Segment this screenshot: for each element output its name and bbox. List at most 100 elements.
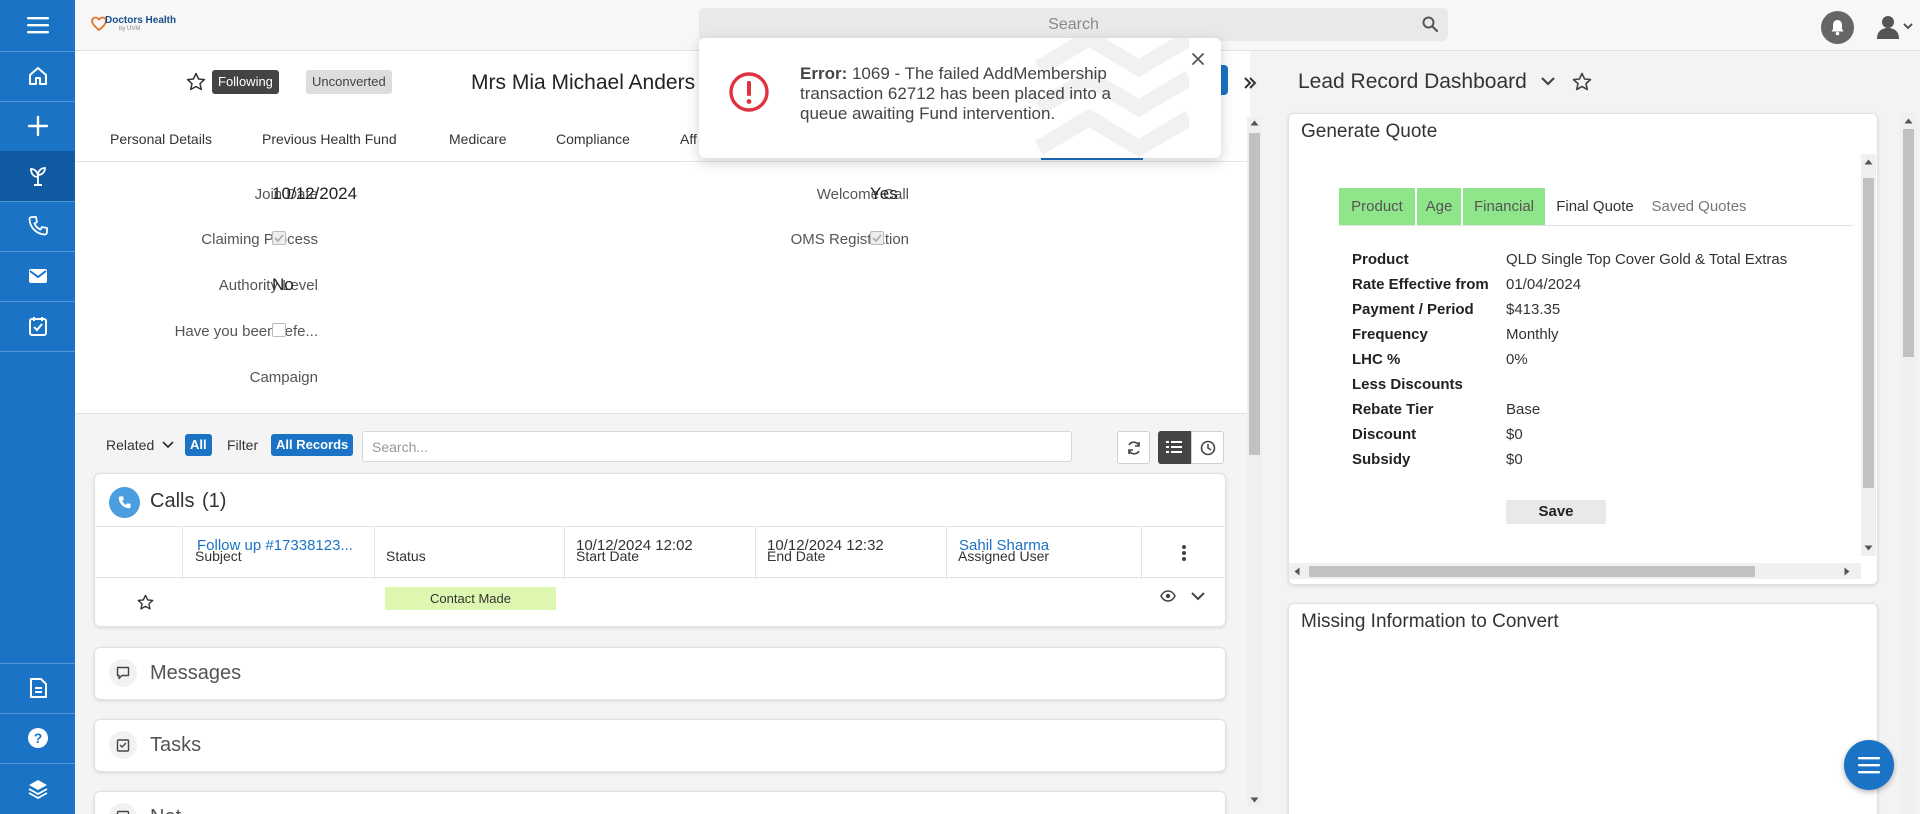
tab-personal-details[interactable]: Personal Details (110, 131, 212, 147)
following-badge[interactable]: Following (212, 70, 279, 94)
more-options-icon[interactable] (1181, 544, 1187, 562)
claiming-process-checkbox[interactable] (272, 231, 286, 245)
quote-h-scrollbar[interactable] (1289, 563, 1861, 579)
scroll-up-icon[interactable] (1250, 120, 1259, 126)
related-all-button[interactable]: All (185, 434, 212, 456)
panel-scroll-thumb[interactable] (1903, 129, 1914, 357)
campaign-label: Campaign (249, 369, 318, 386)
dashboard-star-icon[interactable] (1572, 72, 1592, 92)
quote-tab-product[interactable]: Product (1339, 188, 1415, 225)
chevron-down-icon[interactable] (162, 440, 174, 450)
expand-chevron-icon[interactable] (1191, 591, 1205, 601)
svg-text:?: ? (33, 730, 42, 746)
calls-count: (1) (202, 490, 227, 512)
quote-tab-final-quote[interactable]: Final Quote (1549, 188, 1641, 225)
related-search-input[interactable]: Search... (362, 431, 1072, 462)
task-check-icon[interactable] (0, 301, 75, 351)
filter-all-records-button[interactable]: All Records (271, 434, 354, 456)
quote-value-payment-period: $413.35 (1506, 301, 1561, 318)
join-date-value: 10/12/2024 (272, 184, 358, 203)
tab-compliance[interactable]: Compliance (556, 131, 630, 147)
referred-checkbox[interactable] (272, 323, 286, 337)
quote-scroll-thumb[interactable] (1863, 178, 1874, 488)
scroll-down-icon[interactable] (1250, 797, 1259, 803)
global-search-input[interactable]: Search (699, 8, 1448, 41)
app-logo[interactable]: Doctors Health by UVM (91, 14, 191, 40)
dashboard-title[interactable]: Lead Record Dashboard (1298, 70, 1527, 94)
claiming-process-label: Claiming Process (201, 231, 318, 248)
tab-affiliations[interactable]: Aff (680, 131, 697, 147)
quote-tab-saved-quotes[interactable]: Saved Quotes (1647, 188, 1751, 225)
quote-value-lhc: 0% (1506, 351, 1528, 368)
close-icon[interactable] (1191, 52, 1205, 66)
row-star-icon[interactable] (137, 594, 154, 611)
referred-label: Have you been refe... (174, 323, 318, 340)
user-menu-icon[interactable] (1875, 12, 1915, 42)
call-start-date: 10/12/2024 12:02 (576, 537, 693, 554)
quote-h-scroll-thumb[interactable] (1309, 566, 1755, 577)
error-line-1: Error: 1069 - The failed AddMembership (800, 64, 1180, 84)
call-end-date: 10/12/2024 12:32 (767, 537, 884, 554)
dashboard-chevron-down-icon[interactable] (1540, 76, 1556, 88)
main-scrollbar[interactable] (1247, 117, 1262, 807)
quote-value-subsidy: $0 (1506, 451, 1523, 468)
error-message: Error: 1069 - The failed AddMembership t… (800, 64, 1180, 124)
messages-section[interactable]: Messages (94, 647, 1226, 700)
quote-value-rate-effective: 01/04/2024 (1506, 276, 1582, 293)
quote-scrollbar[interactable] (1861, 154, 1876, 556)
menu-icon[interactable] (0, 0, 75, 50)
header-status[interactable]: Status (386, 548, 426, 564)
record-title: Mrs Mia Michael Anders (471, 71, 696, 94)
missing-info-title: Missing Information to Convert (1301, 611, 1559, 632)
tasks-title: Tasks (150, 734, 202, 756)
tasks-section[interactable]: Tasks (94, 719, 1226, 772)
main-scroll-thumb[interactable] (1249, 133, 1260, 455)
floating-menu-button[interactable] (1844, 740, 1894, 790)
status-badge: Unconverted (306, 70, 392, 94)
notification-bell-icon[interactable] (1821, 11, 1854, 44)
view-eye-icon[interactable] (1160, 590, 1176, 602)
quote-tab-financial[interactable]: Financial (1463, 188, 1545, 225)
help-icon[interactable]: ? (0, 713, 75, 763)
task-icon (109, 731, 137, 759)
collapse-panel-icon[interactable] (1243, 76, 1257, 90)
document-icon[interactable] (0, 663, 75, 713)
tab-medicare[interactable]: Medicare (449, 131, 507, 147)
favorite-star-icon[interactable] (186, 72, 206, 92)
search-placeholder: Search (1048, 16, 1099, 33)
tab-previous-health-fund[interactable]: Previous Health Fund (262, 131, 397, 147)
home-icon[interactable] (0, 51, 75, 101)
call-subject-link[interactable]: Follow up #17338123... (197, 537, 353, 554)
record-main-panel: Following Unconverted Mrs Mia Michael An… (75, 51, 1262, 814)
error-toast: Error: 1069 - The failed AddMembership t… (699, 38, 1221, 158)
quote-scroll-up-icon[interactable] (1864, 159, 1873, 165)
logo-subtext: by UVM (119, 26, 141, 32)
search-icon[interactable] (1422, 16, 1438, 32)
notes-section[interactable]: Not (94, 791, 1226, 814)
related-label[interactable]: Related (106, 437, 154, 453)
plus-icon[interactable] (0, 101, 75, 151)
quote-title: Generate Quote (1301, 121, 1438, 142)
quote-value-frequency: Monthly (1506, 326, 1559, 343)
error-line-3: queue awaiting Fund intervention. (800, 104, 1056, 123)
call-assigned-user-link[interactable]: Sahil Sharma (959, 537, 1049, 554)
quote-label-payment-period: Payment / Period (1352, 301, 1474, 318)
quote-tab-age[interactable]: Age (1417, 188, 1461, 225)
layers-icon[interactable] (0, 763, 75, 813)
panel-scrollbar[interactable] (1900, 113, 1917, 814)
leads-plant-icon[interactable] (0, 151, 75, 201)
list-view-button[interactable] (1158, 431, 1191, 464)
quote-value-rebate-tier: Base (1506, 401, 1541, 418)
refresh-button[interactable] (1117, 431, 1150, 464)
oms-registration-checkbox[interactable] (870, 231, 884, 245)
phone-icon[interactable] (0, 201, 75, 251)
panel-scroll-up-icon[interactable] (1904, 118, 1913, 124)
save-quote-button[interactable]: Save (1506, 500, 1606, 524)
quote-scroll-down-icon[interactable] (1864, 545, 1873, 551)
quote-scroll-left-icon[interactable] (1294, 567, 1300, 576)
quote-scroll-right-icon[interactable] (1844, 567, 1850, 576)
mail-icon[interactable] (0, 251, 75, 301)
refresh-icon (1128, 441, 1140, 455)
history-view-button[interactable] (1191, 431, 1224, 464)
error-text-1: 1069 - The failed AddMembership (851, 64, 1107, 83)
